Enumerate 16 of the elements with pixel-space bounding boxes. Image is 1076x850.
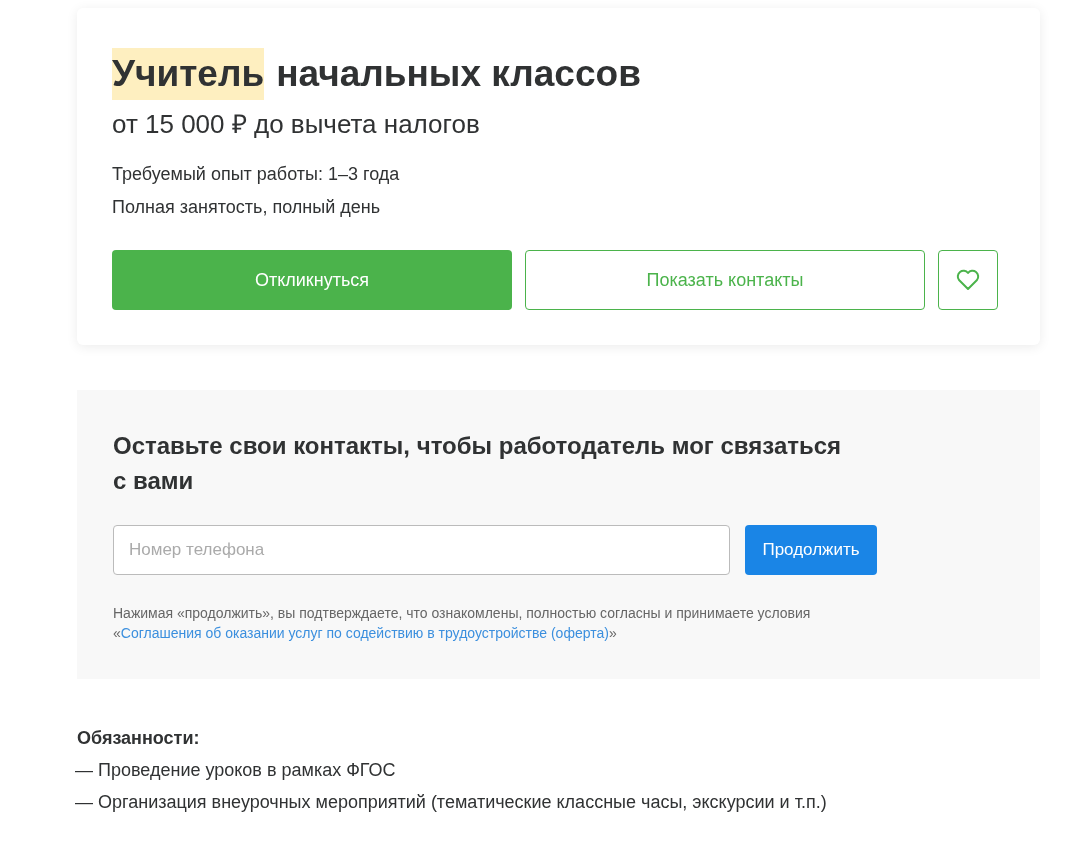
heart-icon xyxy=(956,269,980,291)
duties-heading: Обязанности: xyxy=(77,727,201,750)
continue-button[interactable]: Продолжить xyxy=(745,525,877,575)
favorite-button[interactable] xyxy=(938,250,998,310)
duty-item: — Проведение уроков в рамках ФГОС xyxy=(75,759,397,782)
consent-text: Нажимая «продолжить», вы подтверждаете, что ознакомлены, полностью согласны и принимаете условия «Соглашения об оказании услуг по содействию в трудоустройстве (оферта)» xyxy=(113,604,812,643)
offer-agreement-link[interactable]: Соглашения об оказании услуг по содействию в трудоустройстве (оферта) xyxy=(120,625,609,641)
contact-form-heading: Оставьте свои контакты, чтобы работодатель мог связаться с вами xyxy=(113,431,843,496)
salary: от 15 000 ₽ до вычета налогов xyxy=(112,108,481,141)
vacancy-detail: Требуемый опыт работы: 1–3 года xyxy=(112,163,401,186)
vacancy-title: Учитель начальных классов xyxy=(112,48,1005,100)
vacancy-detail: Полная занятость, полный день xyxy=(112,196,381,219)
phone-input-field[interactable]: Номер телефона xyxy=(113,525,730,575)
respond-button[interactable]: Откликнуться xyxy=(112,250,512,310)
duty-item: — Организация внеурочных мероприятий (тематические классные часы, экскурсии и т.п.) xyxy=(75,791,828,814)
show-contacts-button[interactable]: Показать контакты xyxy=(525,250,925,310)
